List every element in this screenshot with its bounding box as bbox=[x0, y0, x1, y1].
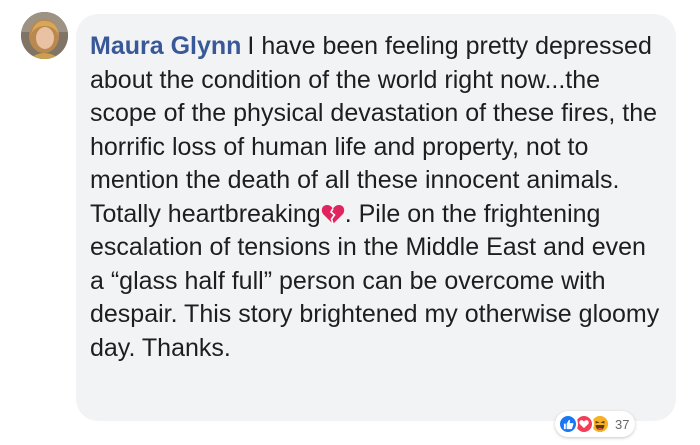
comment-body-part1: I have been feeling pretty depressed abo… bbox=[90, 32, 658, 228]
comment-text: Maura Glynn I have been feeling pretty de… bbox=[90, 30, 662, 365]
reactions-summary[interactable]: 37 bbox=[555, 411, 636, 437]
broken-heart-icon bbox=[321, 204, 344, 224]
avatar-photo bbox=[21, 12, 68, 59]
comment-thread: Maura Glynn I have been feeling pretty de… bbox=[0, 0, 700, 445]
reaction-count: 37 bbox=[615, 416, 630, 432]
avatar[interactable] bbox=[21, 12, 68, 59]
author-name[interactable]: Maura Glynn bbox=[90, 32, 241, 60]
comment-bubble: Maura Glynn I have been feeling pretty de… bbox=[76, 14, 676, 421]
like-icon bbox=[558, 414, 578, 434]
